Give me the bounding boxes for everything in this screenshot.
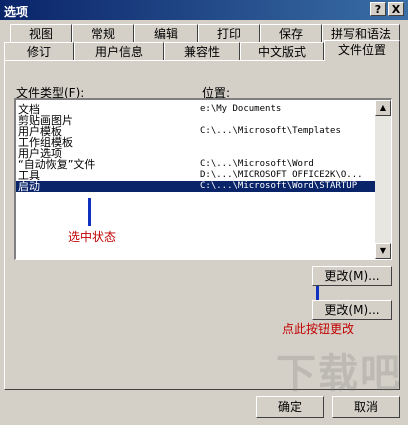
file-location: C:\...\Microsoft\Templates — [200, 126, 341, 136]
modify-button-highlighted[interactable]: 更改(M)... — [312, 266, 392, 286]
title-bar: 选项 ? X — [0, 0, 408, 20]
scroll-up-icon[interactable]: ▲ — [375, 100, 391, 116]
modify-button[interactable]: 更改(M)... — [312, 300, 392, 320]
annotation-pointer — [88, 198, 91, 226]
annotation-click-button: 点此按钮更改 — [282, 322, 355, 336]
tab-track-changes[interactable]: 修订 — [4, 42, 74, 60]
tab-compatibility[interactable]: 兼容性 — [164, 42, 240, 60]
ok-button[interactable]: 确定 — [256, 396, 324, 418]
file-location: e:\My Documents — [200, 104, 282, 114]
tab-view[interactable]: 视图 — [10, 24, 72, 42]
tab-save[interactable]: 保存 — [260, 24, 322, 42]
tab-file-locations[interactable]: 文件位置 — [324, 40, 400, 61]
window-title: 选项 — [4, 5, 29, 19]
list-item[interactable]: “自动恢复”文件 C:\...\Microsoft\Word — [16, 159, 376, 170]
cancel-button[interactable]: 取消 — [332, 396, 400, 418]
tab-general[interactable]: 常规 — [72, 24, 134, 42]
options-dialog: 选项 ? X 视图 常规 编辑 打印 保存 拼写和语法 修订 用户信息 兼容性 … — [0, 0, 408, 425]
help-button[interactable]: ? — [370, 2, 386, 16]
vertical-scrollbar[interactable]: ▲ ▼ — [375, 100, 391, 259]
tab-user-info[interactable]: 用户信息 — [74, 42, 164, 60]
file-location: D:\...\MICROSOFT OFFICE2K\O... — [200, 170, 363, 180]
file-type: 启动 — [18, 180, 40, 193]
list-item[interactable]: 工具 D:\...\MICROSOFT OFFICE2K\O... — [16, 170, 376, 181]
watermark: 下载吧 — [276, 351, 402, 397]
tab-edit[interactable]: 编辑 — [134, 24, 198, 42]
list-item-selected[interactable]: 启动 C:\...\Microsoft\Word\STARTUP — [16, 181, 376, 192]
tab-asian-typography[interactable]: 中文版式 — [240, 42, 324, 60]
close-button[interactable]: X — [388, 2, 404, 16]
list-item[interactable]: 工作组模板 — [16, 137, 376, 148]
list-item[interactable]: 剪贴画图片 — [16, 115, 376, 126]
annotation-selected-state: 选中状态 — [68, 230, 117, 244]
tab-print[interactable]: 打印 — [198, 24, 260, 42]
scroll-down-icon[interactable]: ▼ — [375, 243, 391, 259]
file-location: C:\...\Microsoft\Word\STARTUP — [200, 181, 358, 191]
file-location: C:\...\Microsoft\Word — [200, 159, 314, 169]
